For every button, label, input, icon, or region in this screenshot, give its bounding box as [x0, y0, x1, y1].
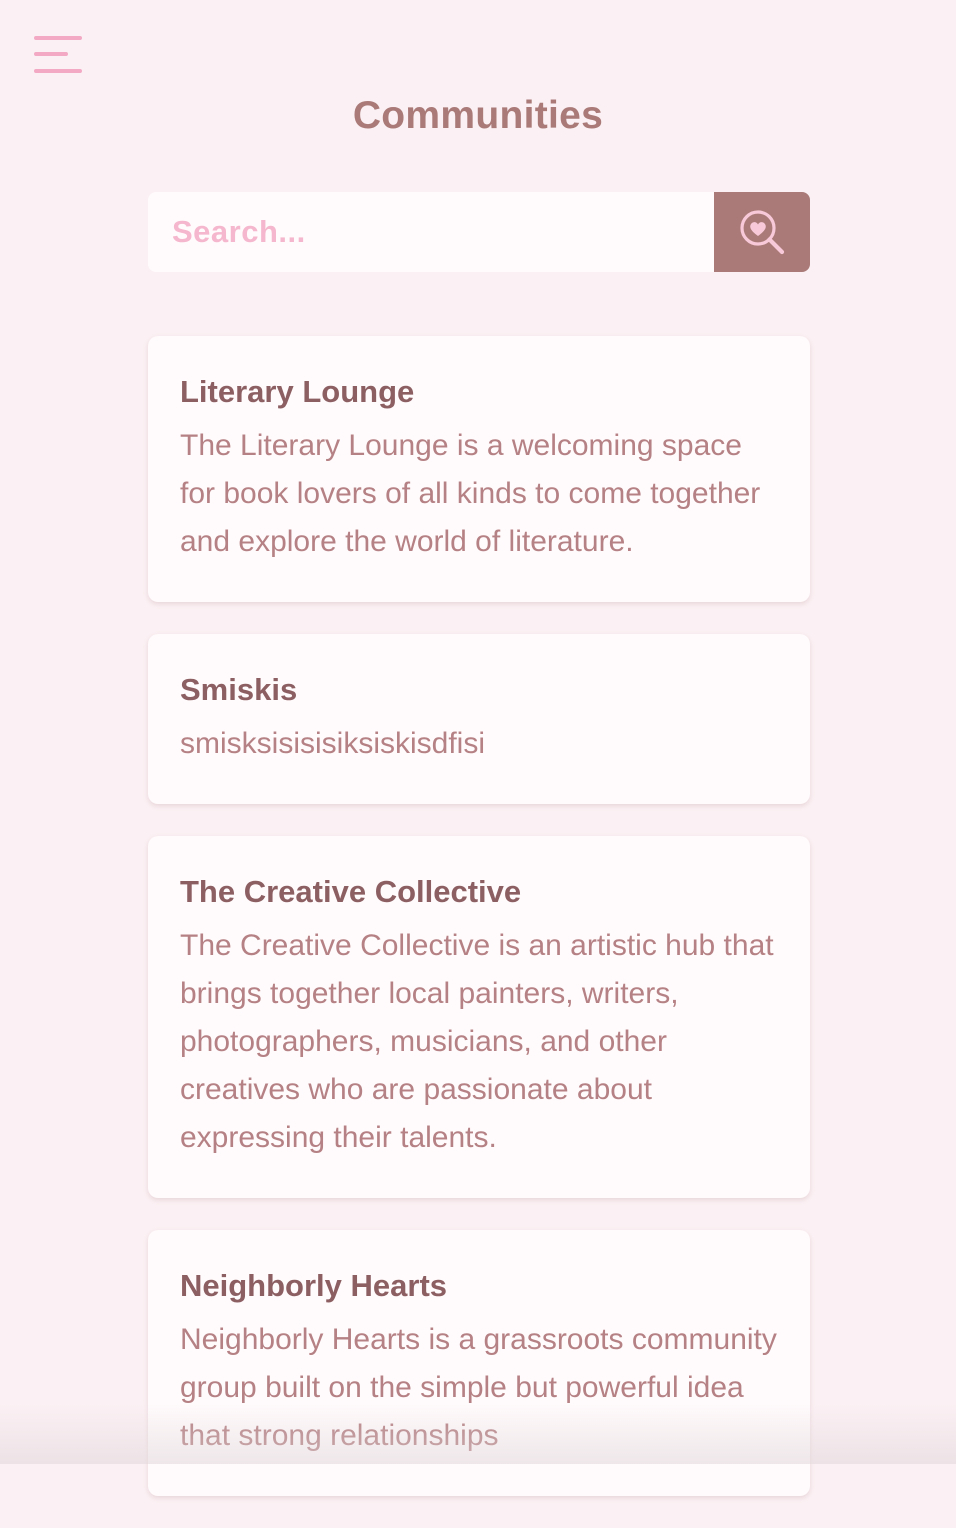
page-title: Communities: [352, 94, 604, 137]
community-description: Neighborly Hearts is a grassroots commun…: [180, 1323, 777, 1452]
community-name: The Creative Collective: [180, 874, 522, 909]
search-button[interactable]: [714, 192, 810, 272]
community-card[interactable]: Literary Lounge The Literary Lounge is a…: [148, 336, 810, 602]
community-card[interactable]: Neighborly Hearts Neighborly Hearts is a…: [148, 1230, 810, 1496]
community-name: Neighborly Hearts: [180, 1268, 448, 1303]
community-description: The Literary Lounge is a welcoming space…: [180, 429, 761, 558]
search-input[interactable]: [148, 192, 714, 272]
community-name: Smiskis: [180, 672, 298, 707]
community-name: Literary Lounge: [180, 374, 415, 409]
menu-bar-bottom: [34, 69, 82, 73]
community-description: smisksisisisiksiskisdfisi: [180, 727, 485, 760]
community-list: Literary Lounge The Literary Lounge is a…: [148, 336, 810, 1528]
menu-bar-middle: [34, 52, 68, 56]
menu-bar-top: [34, 36, 82, 40]
community-card[interactable]: Smiskis smisksisisisiksiskisdfisi: [148, 634, 810, 804]
community-description: The Creative Collective is an artistic h…: [180, 929, 774, 1154]
search-bar: [148, 192, 810, 272]
community-card[interactable]: The Creative Collective The Creative Col…: [148, 836, 810, 1198]
heart-magnifier-search-icon: [740, 210, 785, 255]
menu-button[interactable]: [34, 36, 82, 76]
